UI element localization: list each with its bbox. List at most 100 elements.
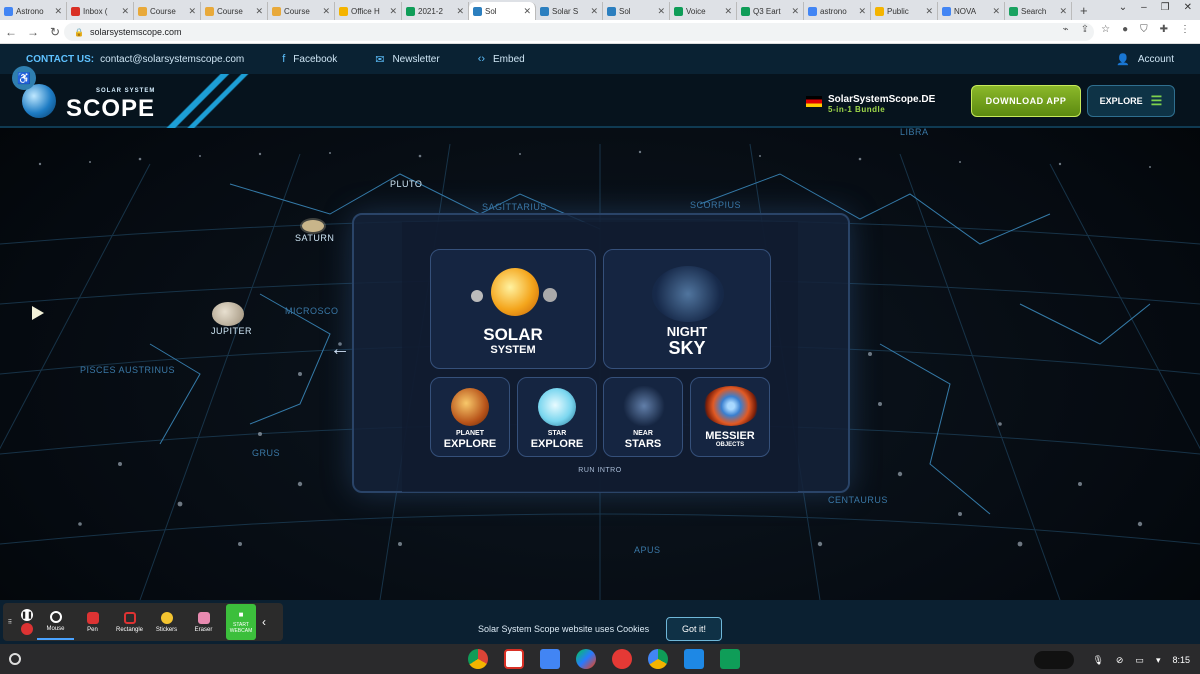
close-window-icon[interactable]: ✕: [1184, 2, 1192, 13]
collapse-toolbar-icon[interactable]: ‹: [256, 604, 272, 640]
browser-tab[interactable]: Course ✕: [268, 2, 335, 20]
messier-objects-tile[interactable]: MESSIER OBJECTS: [690, 377, 770, 457]
rectangle-tool[interactable]: Rectangle: [111, 604, 148, 640]
browser-tab[interactable]: Office H ✕: [335, 2, 402, 20]
omnibox[interactable]: 🔒 solarsystemscope.com: [64, 23, 1094, 41]
restore-icon[interactable]: ❐: [1161, 2, 1170, 13]
label-sagittarius[interactable]: SAGITTARIUS: [482, 202, 547, 212]
tab-close-icon[interactable]: ✕: [1059, 6, 1067, 17]
facebook-link[interactable]: f Facebook: [282, 53, 337, 65]
tab-search-icon[interactable]: ⌄: [1119, 2, 1127, 13]
back-icon[interactable]: ←: [0, 25, 22, 39]
tab-close-icon[interactable]: ✕: [724, 6, 732, 17]
mouse-tool[interactable]: Mouse: [37, 604, 74, 640]
tab-close-icon[interactable]: ✕: [858, 6, 866, 17]
browser-tab[interactable]: Public ✕: [871, 2, 938, 20]
puzzle-icon[interactable]: ✚: [1160, 24, 1168, 35]
tab-close-icon[interactable]: ✕: [523, 6, 531, 17]
share-icon[interactable]: ⇪: [1081, 24, 1089, 35]
logo-small-text[interactable]: SOLAR SYSTEM: [96, 88, 155, 94]
accessibility-icon[interactable]: ♿: [12, 66, 36, 90]
browser-tab[interactable]: Search ✕: [1005, 2, 1072, 20]
browser-tab[interactable]: Course ✕: [134, 2, 201, 20]
stickers-tool[interactable]: Stickers: [148, 604, 185, 640]
play-store-icon[interactable]: [576, 649, 596, 669]
status-tray[interactable]: 🎙 ⊘ ▭ ▾ 8:15: [1034, 651, 1190, 669]
extension-icon[interactable]: ●: [1122, 24, 1128, 35]
tab-close-icon[interactable]: ✕: [791, 6, 799, 17]
start-webcam-button[interactable]: ■ START WEBCAM: [226, 604, 256, 640]
drive-icon[interactable]: [648, 649, 668, 669]
pause-icon[interactable]: ❚❚: [21, 609, 33, 621]
tab-close-icon[interactable]: ✕: [590, 6, 598, 17]
tab-close-icon[interactable]: ✕: [925, 6, 933, 17]
screen-capture-pill[interactable]: [1034, 651, 1075, 669]
tab-close-icon[interactable]: ✕: [389, 6, 397, 17]
pen-tool[interactable]: Pen: [74, 604, 111, 640]
browser-tab[interactable]: astrono ✕: [804, 2, 871, 20]
bookmark-star-icon[interactable]: ☆: [1101, 24, 1110, 35]
planet-explore-tile[interactable]: PLANET EXPLORE: [430, 377, 510, 457]
label-grus[interactable]: GRUS: [252, 448, 280, 458]
tab-close-icon[interactable]: ✕: [657, 6, 665, 17]
menu-dots-icon[interactable]: ⋮: [1180, 24, 1190, 35]
contact-email[interactable]: contact@solarsystemscope.com: [100, 54, 244, 65]
sheets-icon[interactable]: [720, 649, 740, 669]
near-stars-tile[interactable]: NEAR STARS: [603, 377, 683, 457]
browser-tab[interactable]: Inbox (✕: [67, 2, 134, 20]
reload-icon[interactable]: ↻: [44, 25, 66, 39]
launcher-icon[interactable]: [9, 653, 21, 665]
new-tab-button[interactable]: +: [1080, 3, 1088, 18]
star-explore-tile[interactable]: STAR EXPLORE: [517, 377, 597, 457]
browser-tab[interactable]: NOVA ✕: [938, 2, 1005, 20]
label-jupiter[interactable]: JUPITER: [211, 326, 252, 336]
browser-tab[interactable]: Sol ✕: [603, 2, 670, 20]
chrome-icon[interactable]: [468, 649, 488, 669]
browser-tab[interactable]: Course ✕: [201, 2, 268, 20]
download-app-button[interactable]: DOWNLOAD APP: [971, 85, 1081, 117]
contact[interactable]: CONTACT US: contact@solarsystemscope.com: [26, 54, 244, 65]
tab-close-icon[interactable]: ✕: [255, 6, 263, 17]
browser-tab[interactable]: Q3 Eart ✕: [737, 2, 804, 20]
label-centaurus[interactable]: CENTAURUS: [828, 495, 888, 505]
forward-icon[interactable]: →: [22, 25, 44, 39]
tab-close-icon[interactable]: ✕: [54, 6, 62, 17]
account-link[interactable]: 👤 Account: [1116, 53, 1174, 66]
label-microscopium[interactable]: MICROSCO: [285, 306, 339, 316]
gmail-icon[interactable]: [504, 649, 524, 669]
solar-system-tile[interactable]: SOLAR SYSTEM: [430, 249, 596, 369]
browser-tab[interactable]: Voice ✕: [670, 2, 737, 20]
translate-icon[interactable]: ⌁: [1063, 24, 1069, 35]
files-icon[interactable]: [684, 649, 704, 669]
browser-tab[interactable]: Sol ✕: [469, 2, 536, 20]
label-pisces-austrinus[interactable]: PISCES AUSTRINUS: [80, 365, 175, 375]
label-apus[interactable]: APUS: [634, 545, 661, 555]
tab-close-icon[interactable]: ✕: [456, 6, 464, 17]
label-saturn[interactable]: SATURN: [295, 233, 334, 243]
jupiter-icon[interactable]: [212, 302, 244, 326]
browser-tab[interactable]: 2021-2 ✕: [402, 2, 469, 20]
run-intro-link[interactable]: RUN INTRO: [560, 467, 640, 474]
label-scorpius[interactable]: SCORPIUS: [690, 200, 741, 210]
minimize-icon[interactable]: –: [1141, 2, 1147, 13]
night-sky-tile[interactable]: NIGHT SKY: [603, 249, 771, 369]
stop-icon[interactable]: [21, 623, 33, 635]
explore-button[interactable]: EXPLORE ☰: [1087, 85, 1175, 117]
tab-close-icon[interactable]: ✕: [992, 6, 1000, 17]
logo-text[interactable]: SCOPE: [66, 95, 155, 123]
tab-close-icon[interactable]: ✕: [322, 6, 330, 17]
browser-tab[interactable]: Astrono ✕: [0, 2, 67, 20]
tab-close-icon[interactable]: ✕: [188, 6, 196, 17]
youtube-icon[interactable]: [612, 649, 632, 669]
eraser-tool[interactable]: Eraser: [185, 604, 222, 640]
tab-close-icon[interactable]: ✕: [121, 6, 129, 17]
newsletter-link[interactable]: ✉ Newsletter: [375, 53, 439, 66]
embed-link[interactable]: ‹› Embed: [478, 53, 525, 65]
saturn-icon[interactable]: [302, 220, 324, 232]
shield-icon[interactable]: ⛉: [1140, 24, 1148, 35]
docs-icon[interactable]: [540, 649, 560, 669]
label-pluto[interactable]: PLUTO: [390, 179, 422, 189]
de-bundle-link[interactable]: SolarSystemScope.DE 5-in-1 Bundle: [806, 94, 935, 114]
back-arrow-icon[interactable]: ←: [330, 338, 350, 361]
cookie-accept-button[interactable]: Got it!: [666, 617, 722, 641]
